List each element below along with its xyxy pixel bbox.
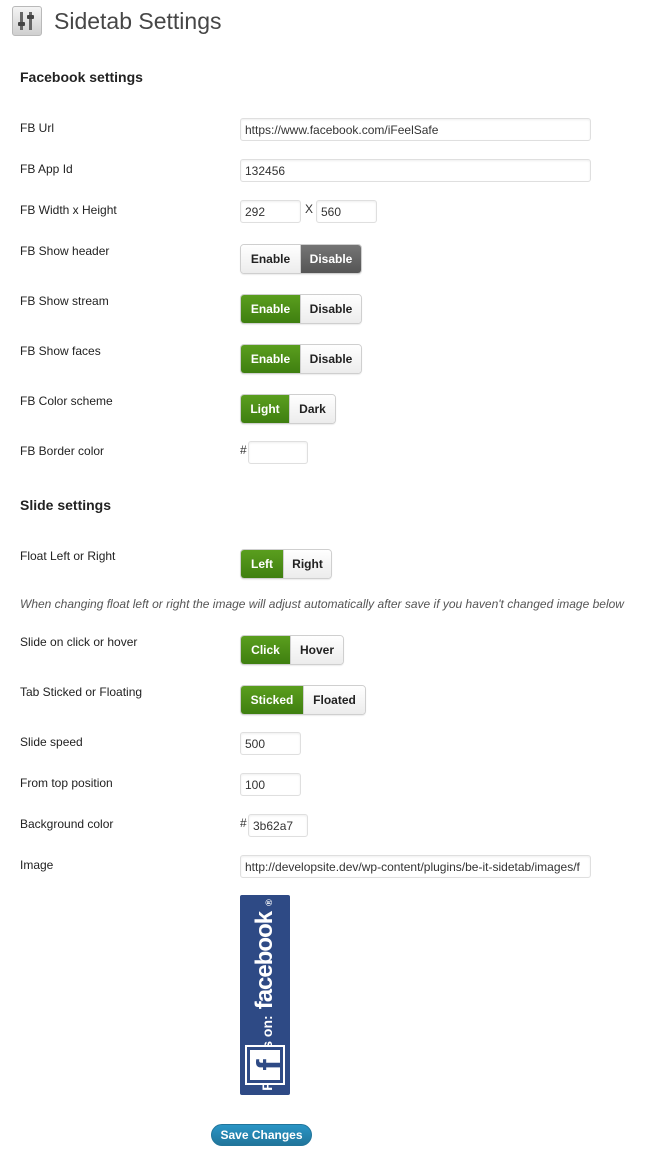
fb-app-id-input[interactable] bbox=[240, 159, 591, 182]
slide-speed-label: Slide speed bbox=[20, 735, 83, 749]
facebook-logo-icon: f bbox=[245, 1045, 289, 1085]
fb-show-stream-toggle: Enable Disable bbox=[240, 294, 362, 324]
banner-brand: facebook bbox=[251, 911, 278, 1010]
fb-show-faces-enable[interactable]: Enable bbox=[241, 345, 300, 373]
float-left-option[interactable]: Left bbox=[241, 550, 283, 578]
slide-click-option[interactable]: Click bbox=[241, 636, 290, 664]
fb-size-label: FB Width x Height bbox=[20, 203, 117, 217]
tab-sticked-option[interactable]: Sticked bbox=[241, 686, 303, 714]
fb-show-faces-disable[interactable]: Disable bbox=[300, 345, 361, 373]
banner-registered: ® bbox=[264, 899, 274, 906]
size-separator: X bbox=[305, 202, 314, 216]
fb-color-scheme-light[interactable]: Light bbox=[241, 395, 289, 423]
border-color-hash: # bbox=[240, 443, 247, 457]
fb-show-faces-toggle: Enable Disable bbox=[240, 344, 362, 374]
float-toggle: Left Right bbox=[240, 549, 332, 579]
fb-color-scheme-label: FB Color scheme bbox=[20, 394, 113, 408]
save-changes-button[interactable]: Save Changes bbox=[211, 1124, 312, 1146]
background-color-input[interactable] bbox=[248, 814, 308, 837]
slide-settings-heading: Slide settings bbox=[20, 497, 112, 513]
image-url-input[interactable] bbox=[240, 855, 591, 878]
sliders-icon bbox=[12, 6, 42, 36]
fb-color-scheme-dark[interactable]: Dark bbox=[289, 395, 335, 423]
fb-show-stream-label: FB Show stream bbox=[20, 294, 109, 308]
fb-show-header-disable[interactable]: Disable bbox=[300, 245, 361, 273]
facebook-logo-letter: f bbox=[251, 1059, 283, 1071]
fb-show-faces-label: FB Show faces bbox=[20, 344, 101, 358]
fb-show-header-enable[interactable]: Enable bbox=[241, 245, 300, 273]
background-color-label: Background color bbox=[20, 817, 114, 831]
fb-app-id-label: FB App Id bbox=[20, 162, 73, 176]
slide-trigger-label: Slide on click or hover bbox=[20, 635, 138, 649]
page-title: Sidetab Settings bbox=[54, 8, 222, 34]
fb-url-label: FB Url bbox=[20, 121, 54, 135]
slide-hover-option[interactable]: Hover bbox=[290, 636, 343, 664]
facebook-settings-heading: Facebook settings bbox=[20, 69, 143, 85]
fb-show-stream-disable[interactable]: Disable bbox=[300, 295, 361, 323]
facebook-tab-image: Find us on: facebook ® f bbox=[240, 895, 290, 1095]
fb-url-input[interactable] bbox=[240, 118, 591, 141]
tab-sticky-label: Tab Sticked or Floating bbox=[20, 685, 143, 699]
top-position-label: From top position bbox=[20, 776, 113, 790]
fb-color-scheme-toggle: Light Dark bbox=[240, 394, 336, 424]
fb-show-header-label: FB Show header bbox=[20, 244, 110, 258]
slide-trigger-toggle: Click Hover bbox=[240, 635, 344, 665]
float-right-option[interactable]: Right bbox=[283, 550, 331, 578]
fb-width-input[interactable] bbox=[240, 200, 301, 223]
background-color-hash: # bbox=[240, 816, 247, 830]
tab-floated-option[interactable]: Floated bbox=[303, 686, 365, 714]
fb-height-input[interactable] bbox=[316, 200, 377, 223]
top-position-input[interactable] bbox=[240, 773, 301, 796]
tab-sticky-toggle: Sticked Floated bbox=[240, 685, 366, 715]
slide-speed-input[interactable] bbox=[240, 732, 301, 755]
image-label: Image bbox=[20, 858, 54, 872]
float-label: Float Left or Right bbox=[20, 549, 116, 563]
fb-border-color-input[interactable] bbox=[248, 441, 308, 464]
float-note: When changing float left or right the im… bbox=[20, 597, 624, 611]
fb-show-stream-enable[interactable]: Enable bbox=[241, 295, 300, 323]
fb-show-header-toggle: Enable Disable bbox=[240, 244, 362, 274]
fb-border-color-label: FB Border color bbox=[20, 444, 105, 458]
